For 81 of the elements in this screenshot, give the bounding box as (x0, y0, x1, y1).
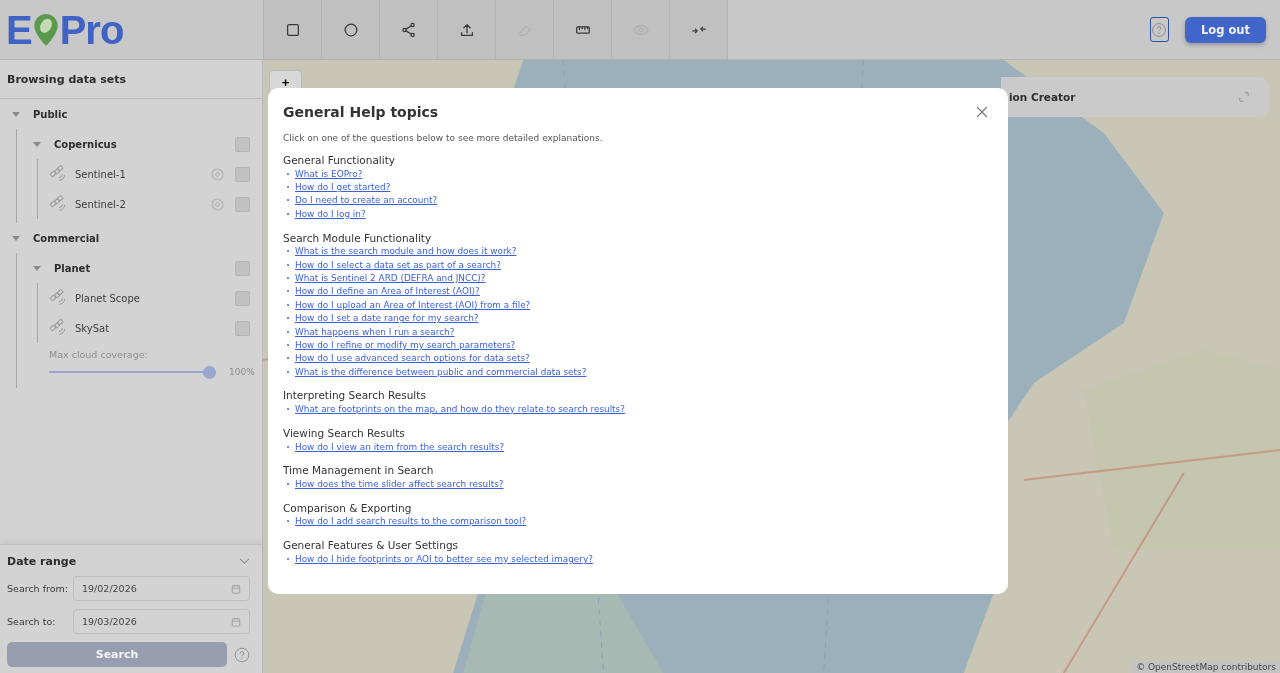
caret-icon[interactable] (12, 235, 20, 241)
satellite-icon (49, 165, 67, 183)
rectangle-tool-button[interactable] (264, 0, 322, 59)
logo-text: E (6, 9, 32, 50)
caret-icon[interactable] (33, 141, 41, 147)
caret-icon[interactable] (12, 111, 20, 117)
circle-tool-button[interactable] (322, 0, 380, 59)
dataset-label: Sentinel-2 (75, 198, 126, 210)
checkbox[interactable] (235, 290, 250, 306)
caret-icon[interactable] (33, 265, 41, 271)
settings-icon[interactable] (210, 196, 225, 212)
help-link[interactable]: How do I get started? (295, 182, 391, 193)
eraser-tool-button[interactable] (496, 0, 554, 59)
help-link[interactable]: How do I hide footprints or AOI to better see my selected imagery? (295, 553, 593, 564)
dataset-label: Sentinel-1 (75, 168, 126, 180)
section-heading: General Functionality (283, 154, 396, 167)
help-link[interactable]: How do I add search results to the comparison tool? (295, 516, 527, 527)
settings-icon[interactable] (210, 166, 225, 182)
help-link[interactable]: How do I select a data set as part of a search? (295, 259, 501, 270)
close-icon[interactable] (976, 106, 988, 118)
field-label: Search to: (7, 616, 57, 627)
dialog-intro: Click on one of the questions below to see more detailed explanations. (283, 133, 604, 143)
help-link[interactable]: How does the time slider affect search results? (295, 478, 504, 489)
leaf-pin-icon (32, 12, 59, 47)
eye-tool-button[interactable] (612, 0, 670, 59)
section-heading: Viewing Search Results (283, 426, 406, 440)
group-label: Commercial (33, 232, 100, 244)
help-link[interactable]: What is Sentinel 2 ARD (DEFRA and JNCC)? (295, 273, 486, 284)
calendar-icon[interactable] (231, 583, 241, 594)
help-link[interactable]: How do I define an Area of Interest (AOI)? (295, 286, 480, 297)
satellite-icon (49, 195, 67, 213)
share-tool-button[interactable] (380, 0, 438, 59)
provider-label: Planet (54, 262, 91, 274)
help-link[interactable]: How do I refine or modify my search parameters? (295, 340, 516, 350)
date-field[interactable]: 19/03/2026 (73, 609, 250, 634)
section-heading: Time Management in Search (283, 464, 435, 478)
group-label: Public (33, 108, 68, 120)
help-link[interactable]: How do I upload an Area of Interest (AOI) from a file? (295, 299, 531, 310)
sidebar-title: Browsing data sets (0, 60, 262, 99)
logo-text: Pro (59, 9, 124, 50)
logout-button[interactable]: Log out (1184, 16, 1266, 43)
help-link[interactable]: What is the search module and how does it work? (295, 246, 517, 257)
calendar-icon[interactable] (231, 616, 241, 627)
expand-icon[interactable] (1239, 92, 1249, 102)
help-link[interactable]: What are footprints on the map, and how do they relate to search results? (295, 404, 625, 415)
panel-title: ion Creator (1009, 91, 1076, 103)
date-field[interactable]: 19/02/2026 (73, 576, 250, 601)
dataset-label: SkySat (75, 322, 110, 334)
help-link[interactable]: What is the difference between public and commercial data sets? (295, 366, 587, 377)
satellite-icon (49, 289, 67, 307)
help-link[interactable]: How do I use advanced search options for data sets? (295, 353, 530, 364)
section-title: Date range (7, 555, 77, 568)
checkbox[interactable] (235, 166, 250, 182)
help-link[interactable]: Do I need to create an account? (295, 195, 438, 206)
help-link[interactable]: What is EOPro? (295, 168, 363, 179)
help-link[interactable]: How do I log in? (295, 208, 366, 219)
slider-reading: 100% (229, 367, 255, 377)
checkbox[interactable] (235, 136, 250, 152)
section-heading: Interpreting Search Results (283, 389, 427, 403)
field-label: Search from: (7, 583, 69, 594)
checkbox[interactable] (235, 260, 250, 276)
section-heading: Comparison & Exporting (283, 501, 413, 515)
chevron-icon[interactable] (239, 558, 250, 565)
help-link[interactable]: What happens when I run a search? (295, 326, 455, 337)
map-attribution: © OpenStreetMap contributors (1132, 661, 1280, 673)
help-link[interactable]: How do I set a date range for my search? (295, 313, 479, 324)
provider-label: Copernicus (54, 138, 117, 150)
collapse-tool-button[interactable] (670, 0, 728, 59)
checkbox[interactable] (235, 320, 250, 336)
help-icon[interactable] (234, 646, 250, 663)
help-link[interactable]: How do I view an item from the search results? (295, 441, 505, 452)
upload-tool-button[interactable] (438, 0, 496, 59)
dialog-title: General Help topics (283, 104, 439, 120)
ruler-tool-button[interactable] (554, 0, 612, 59)
dataset-label: Planet Scope (75, 292, 140, 304)
section-heading: Search Module Functionality (283, 231, 433, 245)
checkbox[interactable] (235, 196, 250, 212)
satellite-icon (49, 319, 67, 337)
slider-label: Max cloud coverage: (49, 349, 149, 360)
help-button[interactable] (1149, 17, 1169, 42)
section-heading: General Features & User Settings (283, 539, 460, 553)
